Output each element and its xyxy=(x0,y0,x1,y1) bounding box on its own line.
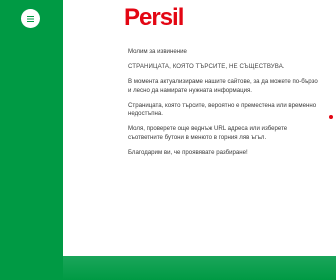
update-notice-text: В момента актуализираме нашите сайтове, … xyxy=(128,77,318,94)
moved-notice-text: Страницата, която търсите, вероятно е пр… xyxy=(128,101,317,118)
footer-band-gradient xyxy=(63,256,336,280)
persil-logo[interactable]: Persil xyxy=(124,4,184,32)
apology-text: Молим за извинение xyxy=(128,48,187,55)
error-message: Молим за извинение СТРАНИЦАТА, КОЯТО ТЪР… xyxy=(128,48,322,164)
footer-band xyxy=(0,256,336,280)
page-title: СТРАНИЦАТА, КОЯТО ТЪРСИТЕ, НЕ СЪЩЕСТВУВА… xyxy=(128,62,285,70)
thanks-text: Благодарим ви, че проявявате разбиране! xyxy=(128,148,248,156)
hamburger-menu-icon xyxy=(27,15,34,22)
menu-button[interactable] xyxy=(21,9,40,28)
sidebar xyxy=(0,0,63,280)
decorative-dot xyxy=(329,115,333,119)
check-url-text: Моля, проверете още веднъж URL адреса ил… xyxy=(128,125,288,141)
